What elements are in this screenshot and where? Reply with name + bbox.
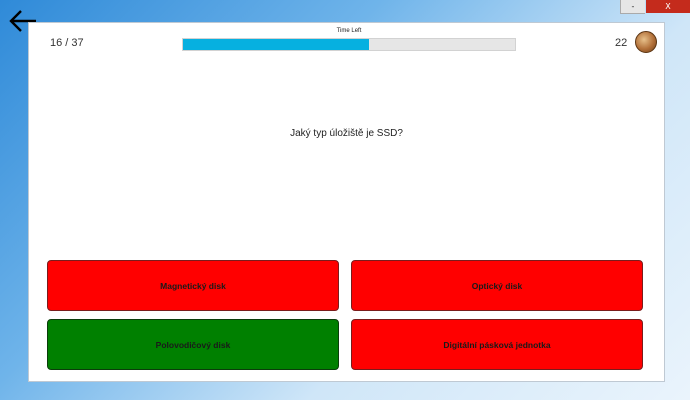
question-counter: 16 / 37 <box>50 37 84 49</box>
answer-button-4[interactable]: Digitální pásková jednotka <box>351 319 643 370</box>
question-text: Jaký typ úložiště je SSD? <box>290 128 403 139</box>
time-left-label: Time Left <box>336 28 362 34</box>
score-value: 22 <box>615 37 628 49</box>
answer-button-2[interactable]: Optický disk <box>351 260 643 311</box>
close-button[interactable]: X <box>646 0 690 13</box>
coin-icon <box>635 31 657 53</box>
quiz-panel: 16 / 37 Time Left 22 Jaký typ úložiště j… <box>28 22 665 382</box>
answer-button-1[interactable]: Magnetický disk <box>47 260 339 311</box>
time-left-progress-bar <box>182 38 516 51</box>
answer-grid: Magnetický disk Optický disk Polovodičov… <box>29 23 664 381</box>
minimize-button[interactable]: - <box>620 0 645 14</box>
answer-button-3[interactable]: Polovodičový disk <box>47 319 339 370</box>
window-controls: - X <box>620 0 690 14</box>
time-left-progress-fill <box>183 39 369 50</box>
